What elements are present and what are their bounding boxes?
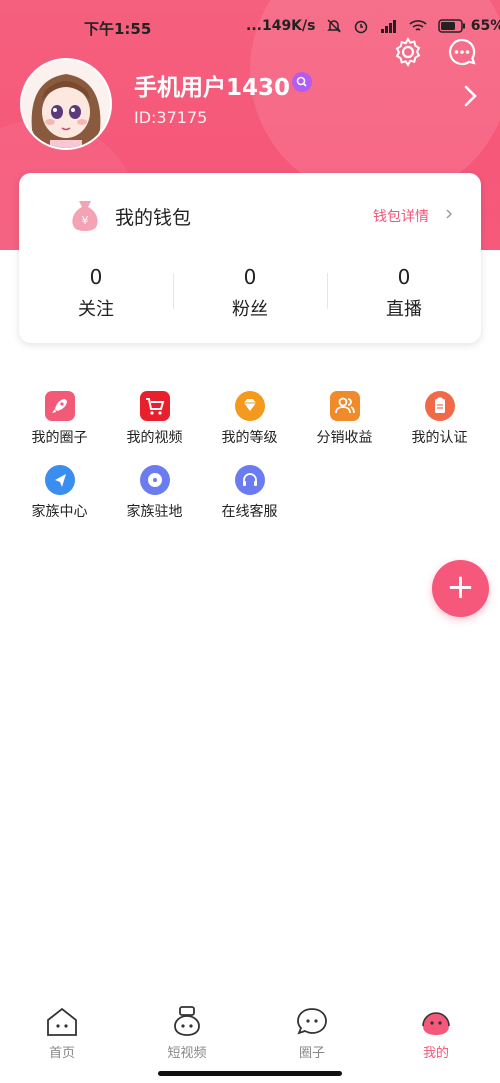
add-button[interactable]: + (432, 560, 489, 617)
menu-distribution-income[interactable]: 分销收益 (297, 391, 392, 447)
status-right: ...149K/s 65% (246, 18, 500, 34)
menu-online-service[interactable]: 在线客服 (202, 465, 297, 521)
menu-label: 分销收益 (316, 430, 373, 446)
menu-family-center[interactable]: 家族中心 (12, 465, 107, 521)
tab-mine[interactable]: 我的 (386, 1004, 486, 1061)
message-icon[interactable] (446, 36, 478, 68)
stat-live[interactable]: 0 直播 (327, 265, 481, 321)
stat-fans[interactable]: 0 粉丝 (173, 265, 327, 321)
menu-my-circle[interactable]: 我的圈子 (12, 391, 107, 447)
home-indicator[interactable] (158, 1071, 342, 1076)
stat-value: 0 (397, 265, 411, 289)
stat-label: 关注 (78, 299, 114, 320)
menu-my-video[interactable]: 我的视频 (107, 391, 202, 447)
tab-home[interactable]: 首页 (12, 1004, 112, 1061)
signal-icon (381, 20, 397, 33)
menu-label: 家族驻地 (126, 504, 183, 520)
money-bag-icon: ¥ (72, 201, 98, 231)
tab-short-video[interactable]: 短视频 (137, 1004, 237, 1061)
tab-label: 首页 (48, 1046, 75, 1061)
clipboard-icon (424, 391, 455, 421)
username: 手机用户1430 (134, 75, 291, 101)
verified-badge (292, 72, 312, 92)
tab-label: 圈子 (298, 1046, 325, 1061)
user-id: ID:37175 (134, 108, 208, 127)
disc-icon (139, 465, 170, 495)
battery-percent: 65% (470, 18, 500, 34)
chevron-right-icon[interactable] (458, 84, 482, 108)
menu-my-level[interactable]: 我的等级 (202, 391, 297, 447)
network-speed: ...149K/s (246, 18, 316, 34)
stat-value: 0 (243, 265, 257, 289)
navigation-icon (44, 465, 75, 495)
menu-family-station[interactable]: 家族驻地 (107, 465, 202, 521)
video-robot-icon (169, 1004, 205, 1040)
chevron-right-small-icon[interactable] (444, 209, 454, 219)
alarm-icon (354, 20, 368, 34)
menu-label: 我的认证 (411, 430, 468, 446)
home-icon (44, 1004, 80, 1040)
menu-label: 我的视频 (126, 430, 183, 446)
tab-circle[interactable]: 圈子 (262, 1004, 362, 1061)
cart-icon (139, 391, 170, 421)
profile-blob-icon (418, 1004, 454, 1040)
rocket-icon (44, 391, 75, 421)
menu-my-certification[interactable]: 我的认证 (392, 391, 487, 447)
people-icon (329, 391, 360, 421)
tab-label: 我的 (422, 1046, 449, 1061)
menu-label: 我的圈子 (31, 430, 88, 446)
stat-value: 0 (89, 265, 103, 289)
avatar-image (22, 60, 110, 148)
status-time: 下午1:55 (84, 20, 152, 38)
mute-bell-icon (327, 19, 342, 33)
status-bar: 下午1:55 ...149K/s 65% (0, 14, 500, 42)
diamond-icon (234, 391, 265, 421)
battery-icon (438, 19, 465, 33)
headset-icon (234, 465, 265, 495)
gear-icon[interactable] (392, 36, 424, 68)
wallet-title: 我的钱包 (115, 207, 192, 229)
chat-bubble-icon (294, 1004, 330, 1040)
tab-label: 短视频 (167, 1046, 207, 1061)
menu-label: 在线客服 (221, 504, 278, 520)
search-badge-icon (296, 76, 307, 87)
avatar[interactable] (20, 58, 112, 150)
wallet-card: ¥ 我的钱包 钱包详情 0 关注 0 粉丝 0 直播 (19, 173, 481, 343)
svg-text:¥: ¥ (82, 214, 89, 227)
menu-label: 我的等级 (221, 430, 278, 446)
stat-label: 粉丝 (232, 299, 268, 320)
stat-label: 直播 (386, 299, 422, 320)
menu-label: 家族中心 (31, 504, 88, 520)
wallet-detail-link[interactable]: 钱包详情 (373, 206, 429, 226)
wifi-icon (409, 20, 427, 31)
stat-following[interactable]: 0 关注 (19, 265, 173, 321)
